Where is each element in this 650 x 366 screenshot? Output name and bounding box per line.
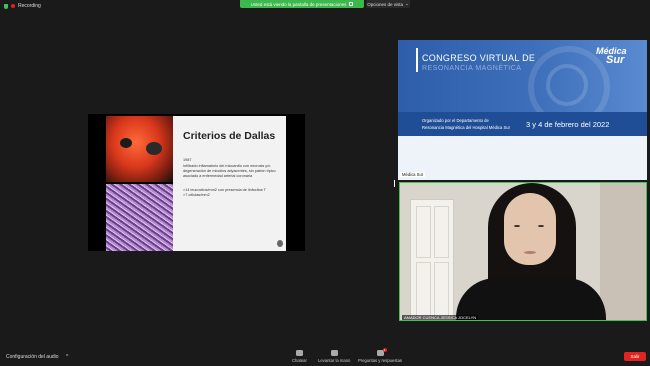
leave-button[interactable]: Salir: [624, 352, 646, 361]
participant-tile-camera[interactable]: AMADOR CUENCA JESSICA JOCELYN: [399, 182, 647, 321]
participant-clothing: [456, 278, 606, 320]
slide-title: Criterios de Dallas: [183, 130, 276, 142]
share-banner-text: Usted está viendo la pantalla de present…: [250, 1, 347, 7]
qa-icon: 1: [376, 348, 387, 356]
mri-scanner-graphic: [546, 64, 588, 106]
congress-subtitle: RESONANCIA MAGNÉTICA: [422, 65, 522, 72]
audio-settings-button[interactable]: Configuración del audio: [6, 354, 59, 360]
tissue-lumen: [146, 142, 162, 155]
stop-share-icon[interactable]: [349, 2, 354, 6]
participant-name: Médica Sur: [400, 172, 426, 177]
heart-tissue-image: [106, 116, 173, 182]
slide-text-panel: Criterios de Dallas 1987 Infiltrado infl…: [173, 116, 286, 251]
view-options-label: Opciones de vista: [367, 1, 403, 7]
participant-name: AMADOR CUENCA JESSICA JOCELYN: [402, 315, 479, 320]
organizer-line: Resonancia Magnética del Hospital Médica…: [422, 125, 510, 130]
raise-hand-button[interactable]: Levantar la mano: [318, 350, 350, 363]
slide-dot-icon: [277, 240, 283, 247]
organizer-strip: [398, 112, 647, 136]
participant-mouth: [524, 251, 536, 254]
chevron-down-icon: ⌄: [405, 1, 409, 6]
door-panel: [434, 262, 449, 318]
qa-badge: 1: [382, 348, 387, 352]
slide-paragraph: Infiltrado inflamatorio del miocardio co…: [183, 164, 276, 178]
raise-hand-label: Levantar la mano: [318, 357, 351, 363]
shared-screen: Criterios de Dallas 1987 Infiltrado infl…: [88, 114, 305, 251]
qa-label: Preguntas y respuestas: [358, 357, 402, 363]
view-options-button[interactable]: Opciones de vista ⌄: [366, 0, 410, 8]
door-panel: [416, 206, 431, 258]
door-panel: [416, 262, 431, 318]
text-cursor-icon: [394, 180, 395, 187]
slide-year: 1987: [183, 158, 192, 162]
screen-share-banner: Usted está viendo la pantalla de present…: [240, 0, 364, 8]
histology-image: [106, 184, 173, 251]
chat-button[interactable]: Chatear: [292, 350, 307, 363]
congress-title: CONGRESO VIRTUAL DE: [422, 53, 536, 63]
divider: [416, 48, 418, 72]
slide-bullet: >7 células/mm2: [183, 193, 210, 197]
recording-label: Recording: [18, 3, 41, 9]
wall-background: [600, 183, 646, 320]
chevron-up-icon[interactable]: ^: [66, 354, 68, 360]
record-icon: [11, 4, 15, 8]
shield-icon: [4, 3, 8, 9]
door-panel: [434, 206, 449, 258]
participant-face: [504, 193, 556, 265]
chat-label: Chatear: [292, 357, 307, 363]
participant-tile-medica-sur[interactable]: CONGRESO VIRTUAL DE RESONANCIA MAGNÉTICA…: [398, 40, 647, 180]
chat-icon: [295, 350, 303, 356]
qa-button[interactable]: 1 Preguntas y respuestas: [358, 348, 402, 363]
door-background: [410, 199, 454, 320]
participant-eye: [514, 225, 520, 227]
hand-icon: [330, 350, 338, 356]
event-date: 3 y 4 de febrero del 2022: [526, 120, 610, 129]
medica-sur-logo-sur: Sur: [606, 54, 625, 66]
participant-eye: [538, 225, 544, 227]
organizer-line: Organizado por el Departamento de: [422, 118, 489, 123]
tissue-lumen: [120, 138, 132, 148]
recording-indicator: Recording: [4, 3, 41, 9]
